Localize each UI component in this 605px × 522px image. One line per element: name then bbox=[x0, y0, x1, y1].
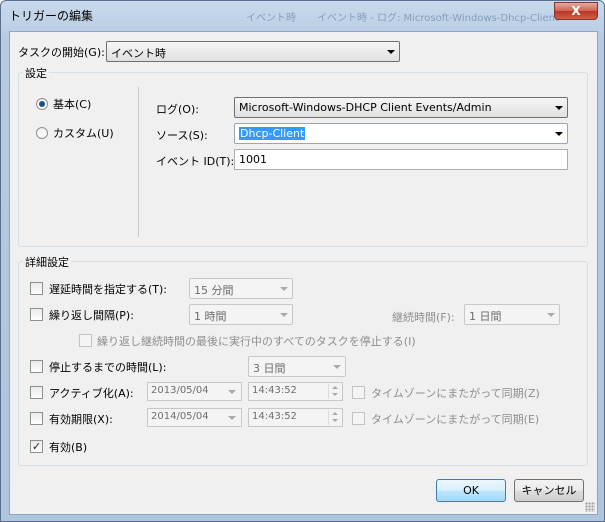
source-value: Dhcp-Client bbox=[239, 127, 306, 140]
chevron-down-icon bbox=[555, 106, 563, 110]
chevron-down-icon bbox=[228, 390, 236, 394]
background-title-2: イベント時 - ログ: Microsoft-Windows-Dhcp-Clien… bbox=[317, 13, 559, 24]
radio-basic-label[interactable]: 基本(C) bbox=[53, 96, 91, 112]
expire-checkbox[interactable] bbox=[30, 412, 43, 425]
start-task-select[interactable]: イベント時 bbox=[106, 41, 400, 62]
start-task-label: タスクの開始(G): bbox=[18, 46, 105, 59]
radio-custom[interactable] bbox=[36, 127, 48, 139]
event-id-value: 1001 bbox=[239, 153, 267, 166]
repeat-checkbox[interactable] bbox=[30, 308, 43, 321]
stop-running-checkbox[interactable] bbox=[79, 334, 92, 347]
chevron-down-icon bbox=[387, 50, 395, 54]
repeat-duration-value: 1 日間 bbox=[469, 310, 502, 323]
delay-value: 15 分間 bbox=[194, 284, 234, 297]
log-value: Microsoft-Windows-DHCP Client Events/Adm… bbox=[239, 101, 492, 114]
stop-after-select[interactable]: 3 日間 bbox=[248, 356, 346, 377]
stop-after-label[interactable]: 停止するまでの時間(L): bbox=[49, 359, 166, 375]
delay-select[interactable]: 15 分間 bbox=[189, 278, 293, 299]
checkmark-icon: ✓ bbox=[31, 440, 42, 453]
dialog-client-area: タスクの開始(G): イベント時 設定 基本(C) カスタム(U) ログ(O):… bbox=[9, 31, 598, 515]
source-label: ソース(S): bbox=[156, 129, 208, 142]
ok-button[interactable]: OK bbox=[436, 479, 506, 502]
activate-sync-checkbox[interactable] bbox=[352, 386, 365, 399]
settings-group-title: 設定 bbox=[23, 65, 49, 81]
close-icon: X bbox=[571, 4, 581, 18]
repeat-duration-select[interactable]: 1 日間 bbox=[464, 304, 560, 325]
radio-basic[interactable] bbox=[36, 98, 48, 110]
settings-divider bbox=[138, 87, 139, 237]
expire-time-value: 14:43:52 bbox=[252, 411, 297, 422]
enabled-label[interactable]: 有効(B) bbox=[49, 439, 87, 455]
chevron-down-icon bbox=[547, 313, 555, 317]
stop-after-value: 3 日間 bbox=[253, 362, 286, 375]
repeat-value: 1 時間 bbox=[194, 310, 227, 323]
expire-date-value: 2014/05/04 bbox=[151, 411, 209, 422]
activate-checkbox[interactable] bbox=[30, 386, 43, 399]
chevron-down-icon bbox=[228, 416, 236, 420]
chevron-down-icon bbox=[280, 287, 288, 291]
repeat-duration-label: 継続時間(F): bbox=[392, 311, 455, 324]
expire-label[interactable]: 有効期限(X): bbox=[49, 411, 113, 427]
repeat-interval-select[interactable]: 1 時間 bbox=[189, 304, 293, 325]
enabled-checkbox[interactable]: ✓ bbox=[30, 440, 43, 453]
background-title-1: イベント時 bbox=[246, 13, 296, 24]
stop-after-checkbox[interactable] bbox=[30, 360, 43, 373]
activate-time-spinner[interactable]: 14:43:52 bbox=[248, 382, 343, 401]
source-combobox[interactable]: Dhcp-Client bbox=[234, 123, 568, 144]
radio-custom-label[interactable]: カスタム(U) bbox=[53, 125, 114, 141]
chevron-down-icon bbox=[333, 365, 341, 369]
activate-sync-label[interactable]: タイムゾーンにまたがって同期(Z) bbox=[371, 385, 540, 401]
resize-grip-icon[interactable] bbox=[585, 502, 595, 512]
activate-date-picker[interactable]: 2013/05/04 bbox=[147, 382, 242, 401]
expire-time-spinner[interactable]: 14:43:52 bbox=[248, 408, 343, 427]
spinner-arrows-icon[interactable] bbox=[328, 384, 341, 399]
delay-label[interactable]: 遅延時間を指定する(T): bbox=[49, 281, 167, 297]
activate-time-value: 14:43:52 bbox=[252, 385, 297, 396]
start-task-value: イベント時 bbox=[111, 47, 166, 60]
activate-label[interactable]: アクティブ化(A): bbox=[49, 385, 134, 401]
event-id-input[interactable]: 1001 bbox=[234, 149, 568, 170]
expire-sync-label[interactable]: タイムゾーンにまたがって同期(E) bbox=[371, 411, 539, 427]
activate-date-value: 2013/05/04 bbox=[151, 385, 209, 396]
chevron-down-icon bbox=[555, 132, 563, 136]
delay-checkbox[interactable] bbox=[30, 282, 43, 295]
log-select[interactable]: Microsoft-Windows-DHCP Client Events/Adm… bbox=[234, 97, 568, 118]
advanced-group-title: 詳細設定 bbox=[23, 254, 71, 270]
expire-sync-checkbox[interactable] bbox=[352, 412, 365, 425]
close-button[interactable]: X bbox=[554, 2, 598, 20]
title-bar[interactable]: トリガーの編集 イベント時 イベント時 - ログ: Microsoft-Wind… bbox=[1, 1, 604, 29]
chevron-down-icon bbox=[280, 313, 288, 317]
stop-running-label[interactable]: 繰り返し継続時間の最後に実行中のすべてのタスクを停止する(I) bbox=[97, 333, 416, 349]
spinner-arrows-icon[interactable] bbox=[328, 410, 341, 425]
repeat-label[interactable]: 繰り返し間隔(P): bbox=[49, 307, 134, 323]
event-id-label: イベント ID(T): bbox=[156, 155, 235, 168]
log-label: ログ(O): bbox=[156, 103, 199, 116]
dialog-window: トリガーの編集 イベント時 イベント時 - ログ: Microsoft-Wind… bbox=[0, 0, 605, 522]
cancel-button[interactable]: キャンセル bbox=[514, 479, 584, 502]
expire-date-picker[interactable]: 2014/05/04 bbox=[147, 408, 242, 427]
window-title: トリガーの編集 bbox=[9, 9, 94, 23]
